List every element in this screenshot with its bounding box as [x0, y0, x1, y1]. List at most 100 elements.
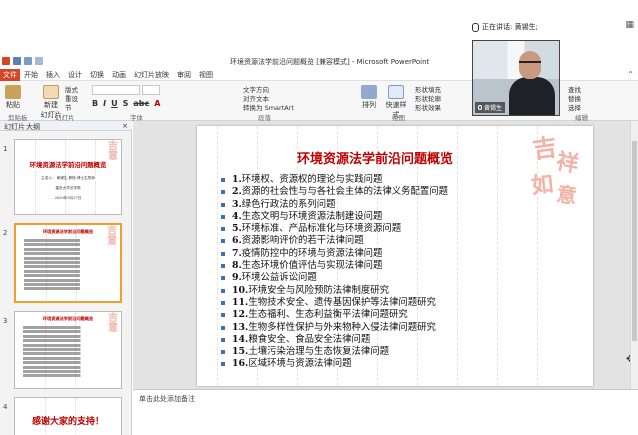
thumb-number: 3 — [3, 317, 8, 325]
thumbnail-slide-1[interactable]: 吉意 环境资源法学前沿问题概览 主讲人： 黄锡生 教授 博士生导师 重庆大学法学… — [14, 139, 122, 215]
arrange-button[interactable]: 排列 — [360, 85, 378, 110]
list-item: 1.环境权、资源权的理论与实践问题 — [221, 174, 448, 186]
thumb-thanks-text: 感谢大家的支持！ — [31, 417, 104, 427]
screen: 正在讲话: 黄锡生; ▦ 环境资源法学前沿问题概览 [兼容模式] - Micro… — [0, 0, 638, 435]
clipboard-icon — [5, 85, 21, 99]
list-item: 4.生态文明与环境资源法制建设问题 — [221, 211, 448, 223]
scrollbar-thumb[interactable] — [632, 141, 637, 341]
list-item: 8.生态环境价值评估与实现法律问题 — [221, 260, 448, 272]
speaking-indicator: 正在讲话: 黄锡生; — [472, 22, 538, 32]
current-slide[interactable]: 吉 祥 如 意 环境资源法学前沿问题概览 1.环境权、资源权的理论与实践问题 2… — [197, 126, 593, 386]
list-item: 11.生物技术安全、遗传基因保护等法律问题研究 — [221, 297, 448, 309]
tab-insert[interactable]: 插入 — [46, 70, 60, 80]
svg-text:祥: 祥 — [554, 148, 580, 177]
participant-video[interactable]: 黄锡生 — [472, 40, 560, 116]
font-name-select[interactable] — [92, 85, 140, 95]
slide-editing-area[interactable]: 吉 祥 如 意 环境资源法学前沿问题概览 1.环境权、资源权的理论与实践问题 2… — [133, 121, 638, 389]
calligraphy-decoration-icon: 吉 祥 如 意 — [530, 132, 581, 204]
shape-effect-button[interactable]: 形状效果 — [415, 102, 441, 112]
bold-button[interactable]: B — [92, 99, 98, 108]
new-slide-icon — [43, 85, 59, 99]
shadow-button[interactable]: S — [123, 99, 129, 108]
list-item: 12.生态福利、生态利益衡平法律问题研究 — [221, 309, 448, 321]
thumb-title: 环境资源法学前沿问题概览 — [42, 229, 94, 234]
undo-icon[interactable] — [24, 57, 32, 65]
thumb-presenter: 主讲人： 黄锡生 教授 博士生导师 — [41, 176, 95, 180]
close-panel-icon[interactable]: × — [122, 122, 128, 130]
list-item: 10.环境安全与风险预防法律制度研究 — [221, 285, 448, 297]
thumb-title: 环境资源法学前沿问题概览 — [42, 316, 94, 321]
thumb-school: 重庆大学法学院 — [55, 186, 81, 190]
participant-name-tag: 黄锡生 — [475, 102, 506, 113]
underline-button[interactable]: U — [111, 99, 118, 108]
svg-text:意: 意 — [555, 182, 578, 204]
ppt-logo-icon — [2, 57, 10, 65]
tab-home[interactable]: 开始 — [24, 70, 38, 80]
convert-smartart-button[interactable]: 转换为 SmartArt — [243, 102, 294, 112]
section-button[interactable]: 节 — [65, 102, 72, 112]
list-item: 7.疫情防控中的环境与资源法律问题 — [221, 248, 448, 260]
tab-design[interactable]: 设计 — [68, 70, 82, 80]
thumbnail-slide-3[interactable]: 吉意 环境资源法学前沿问题概览 — [14, 311, 122, 389]
list-item: 2.资源的社会性与与各社会主体的法律义务配置问题 — [221, 186, 448, 198]
minimize-ribbon-icon[interactable]: ⌃ — [627, 70, 634, 79]
font-format-buttons: B I U S abc A — [92, 99, 160, 108]
list-item: 5.环境标准、产品标准化与环境资源问题 — [221, 223, 448, 235]
italic-button[interactable]: I — [103, 99, 106, 108]
tab-review[interactable]: 审阅 — [177, 70, 191, 80]
quick-styles-icon — [388, 85, 404, 99]
font-size-select[interactable] — [142, 85, 160, 95]
title-bar: 环境资源法学前沿问题概览 [兼容模式] - Microsoft PowerPoi… — [0, 55, 470, 69]
list-item: 14.粮食安全、食品安全法律问题 — [221, 334, 448, 346]
svg-text:如: 如 — [530, 171, 555, 199]
slides-panel-header: 幻灯片 大纲 × — [0, 121, 132, 131]
tab-transitions[interactable]: 切换 — [90, 70, 104, 80]
participant-name: 黄锡生 — [484, 105, 503, 112]
list-item: 3.绿色行政法的系列问题 — [221, 199, 448, 211]
grid-icon[interactable]: ▦ — [625, 20, 634, 30]
slide-thumbnails: 1 吉意 环境资源法学前沿问题概览 主讲人： 黄锡生 教授 博士生导师 重庆大学… — [0, 131, 132, 435]
list-item: 13.生物多样性保护与外来物种入侵法律问题研究 — [221, 322, 448, 334]
quick-access-toolbar — [2, 57, 43, 65]
meeting-controls[interactable]: ▦ — [625, 20, 634, 30]
mic-icon — [478, 105, 482, 110]
slide-topic-list: 1.环境权、资源权的理论与实践问题 2.资源的社会性与与各社会主体的法律义务配置… — [221, 174, 448, 371]
thumb-number: 4 — [3, 403, 8, 411]
list-item: 9.环境公益诉讼问题 — [221, 272, 448, 284]
paste-label: 粘贴 — [6, 101, 20, 109]
thumb-title: 环境资源法学前沿问题概览 — [29, 161, 107, 169]
glasses — [519, 61, 541, 66]
save-icon[interactable] — [13, 57, 21, 65]
tab-view[interactable]: 视图 — [199, 70, 213, 80]
arrange-icon — [361, 85, 377, 99]
thumb-number: 1 — [3, 145, 8, 153]
svg-text:吉: 吉 — [531, 132, 559, 164]
notes-placeholder: 单击此处添加备注 — [139, 395, 195, 403]
thumbnail-slide-4[interactable]: 感谢大家的支持！ — [14, 397, 122, 435]
tab-animations[interactable]: 动画 — [112, 70, 126, 80]
thumb-text-lines — [23, 326, 105, 379]
vertical-scrollbar[interactable] — [630, 121, 638, 389]
slide-title: 环境资源法学前沿问题概览 — [297, 152, 454, 167]
speaking-label: 正在讲话: 黄锡生; — [482, 23, 538, 31]
list-item: 15.土壤污染治理与生态恢复法律问题 — [221, 346, 448, 358]
paste-button[interactable]: 粘贴 — [3, 85, 23, 110]
thumb-text-lines — [24, 239, 104, 292]
thumb-date: 2020年8月27日 — [54, 196, 82, 200]
list-item: 16.区域环境与资源法律问题 — [221, 358, 448, 370]
thumb-number: 2 — [3, 229, 8, 237]
redo-icon[interactable] — [35, 57, 43, 65]
decorative-calligraphy: 吉意 — [108, 141, 118, 162]
list-item: 6.资源影响评价的若干法律问题 — [221, 235, 448, 247]
select-button[interactable]: 选择 — [568, 102, 581, 112]
microphone-icon — [472, 22, 479, 32]
thumbnail-slide-2[interactable]: 吉意 环境资源法学前沿问题概览 — [14, 223, 122, 303]
tab-slideshow[interactable]: 幻灯片放映 — [134, 70, 169, 80]
notes-pane[interactable]: 单击此处添加备注 — [133, 389, 638, 435]
person-body — [509, 77, 555, 115]
strikethrough-button[interactable]: abc — [133, 99, 149, 108]
file-tab[interactable]: 文件 — [0, 69, 20, 81]
arrange-label: 排列 — [362, 101, 376, 109]
window-title: 环境资源法学前沿问题概览 [兼容模式] - Microsoft PowerPoi… — [230, 58, 430, 66]
font-color-button[interactable]: A — [154, 99, 160, 108]
